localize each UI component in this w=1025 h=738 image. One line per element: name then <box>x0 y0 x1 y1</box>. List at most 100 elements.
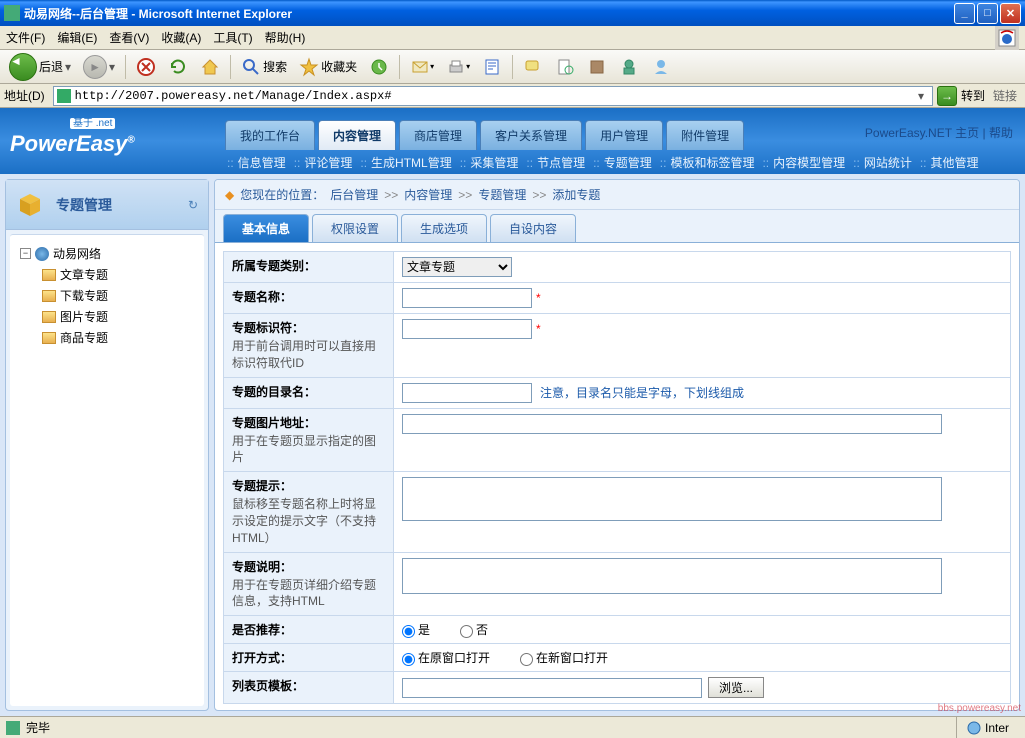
app-header: 基于 .net PowerEasy® 我的工作台 内容管理 商店管理 客户关系管… <box>0 108 1025 174</box>
collapse-icon[interactable]: − <box>20 248 31 259</box>
help-link[interactable]: 帮助 <box>989 126 1013 140</box>
search-button[interactable]: 搜索 <box>236 53 292 81</box>
image-input[interactable] <box>402 414 942 434</box>
tab-permission[interactable]: 权限设置 <box>312 214 398 242</box>
tree-root-label: 动易网络 <box>53 245 101 262</box>
sub-nav: 信息管理 评论管理 生成HTML管理 采集管理 节点管理 专题管理 模板和标签管… <box>225 154 1017 171</box>
maximize-button[interactable]: □ <box>977 3 998 24</box>
note-dirname: 注意，目录名只能是字母，下划线组成 <box>540 386 744 400</box>
tree-item-image[interactable]: 图片专题 <box>20 306 194 327</box>
label-dirname: 专题的目录名： <box>232 385 316 399</box>
radio-recommend-no[interactable]: 否 <box>460 623 488 637</box>
subnav-topic[interactable]: 专题管理 <box>591 154 654 171</box>
subnav-other[interactable]: 其他管理 <box>918 154 981 171</box>
stop-button[interactable] <box>131 53 161 81</box>
done-icon <box>6 721 20 735</box>
refresh-button[interactable] <box>163 53 193 81</box>
form-tabs: 基本信息 权限设置 生成选项 自设内容 <box>215 210 1019 243</box>
research-button[interactable] <box>550 53 580 81</box>
label-category: 所属专题类别： <box>232 259 316 273</box>
form-area: 所属专题类别： 文章专题 专题名称： * 专题标识符：用于前台调用时可以直接用标… <box>215 243 1019 710</box>
edit-button[interactable] <box>477 53 507 81</box>
favorites-button[interactable]: 收藏夹 <box>294 53 362 81</box>
breadcrumb-0[interactable]: 后台管理 <box>330 186 378 203</box>
breadcrumb-1[interactable]: 内容管理 <box>404 186 452 203</box>
tab-generate[interactable]: 生成选项 <box>401 214 487 242</box>
tree-item-product[interactable]: 商品专题 <box>20 327 194 348</box>
subnav-collect[interactable]: 采集管理 <box>458 154 521 171</box>
back-button[interactable]: ◄后退▾ <box>4 53 76 81</box>
forward-button[interactable]: ►▾ <box>78 53 120 81</box>
subnav-template[interactable]: 模板和标签管理 <box>658 154 757 171</box>
identifier-input[interactable] <box>402 319 532 339</box>
sidebar-tree: − 动易网络 文章专题 下载专题 图片专题 商品专题 <box>10 234 204 706</box>
menu-bar: 文件(F) 编辑(E) 查看(V) 收藏(A) 工具(T) 帮助(H) <box>0 26 1025 50</box>
go-button[interactable]: → <box>937 86 957 106</box>
tree-root[interactable]: − 动易网络 <box>20 243 194 264</box>
browse-button[interactable]: 浏览... <box>708 677 764 698</box>
name-input[interactable] <box>402 288 532 308</box>
address-label: 地址(D) <box>4 87 45 104</box>
discuss-button[interactable] <box>518 53 548 81</box>
label-template: 列表页模板： <box>232 679 304 693</box>
desc-textarea[interactable] <box>402 558 942 594</box>
required-mark: * <box>536 291 541 305</box>
sidebar-header: 专题管理 ↻ <box>6 180 208 230</box>
print-button[interactable]: ▾ <box>441 53 475 81</box>
watermark: bbs.powereasy.net <box>938 703 1021 714</box>
home-button[interactable] <box>195 53 225 81</box>
tab-basic[interactable]: 基本信息 <box>223 214 309 242</box>
folder-icon <box>42 332 56 344</box>
nav-tab-workspace[interactable]: 我的工作台 <box>225 120 315 150</box>
url-dropdown[interactable]: ▾ <box>913 89 929 103</box>
subnav-comment[interactable]: 评论管理 <box>292 154 355 171</box>
minimize-button[interactable]: _ <box>954 3 975 24</box>
subnav-stats[interactable]: 网站统计 <box>851 154 914 171</box>
menu-tools[interactable]: 工具(T) <box>213 29 252 46</box>
menu-help[interactable]: 帮助(H) <box>265 29 306 46</box>
url-input[interactable] <box>75 89 913 103</box>
history-button[interactable] <box>364 53 394 81</box>
messenger-button[interactable] <box>646 53 676 81</box>
tree-item-article[interactable]: 文章专题 <box>20 264 194 285</box>
tip-textarea[interactable] <box>402 477 942 521</box>
breadcrumb-prefix: 您现在的位置： <box>240 186 324 203</box>
nav-tab-user[interactable]: 用户管理 <box>585 120 663 150</box>
subnav-model[interactable]: 内容模型管理 <box>760 154 847 171</box>
radio-open-same[interactable]: 在原窗口打开 <box>402 651 490 665</box>
menu-file[interactable]: 文件(F) <box>6 29 45 46</box>
template-input[interactable] <box>402 678 702 698</box>
tab-custom[interactable]: 自设内容 <box>490 214 576 242</box>
links-label[interactable]: 链接 <box>989 87 1021 104</box>
menu-edit[interactable]: 编辑(E) <box>57 29 97 46</box>
mail-button[interactable]: ▾ <box>405 53 439 81</box>
subnav-node[interactable]: 节点管理 <box>524 154 587 171</box>
close-button[interactable]: ✕ <box>1000 3 1021 24</box>
nav-tab-shop[interactable]: 商店管理 <box>399 120 477 150</box>
menu-view[interactable]: 查看(V) <box>109 29 149 46</box>
url-input-box[interactable]: ▾ <box>53 86 933 106</box>
nav-tab-attachment[interactable]: 附件管理 <box>666 120 744 150</box>
main-content: ◆ 您现在的位置： 后台管理>> 内容管理>> 专题管理>> 添加专题 基本信息… <box>214 179 1020 711</box>
nav-tab-crm[interactable]: 客户关系管理 <box>480 120 582 150</box>
refresh-icon[interactable]: ↻ <box>188 198 198 212</box>
nav-tab-content[interactable]: 内容管理 <box>318 120 396 150</box>
home-link[interactable]: PowerEasy.NET 主页 <box>865 126 979 140</box>
category-select[interactable]: 文章专题 <box>402 257 512 277</box>
security-zone: Inter <box>956 717 1019 738</box>
tool-button-2[interactable] <box>614 53 644 81</box>
folder-icon <box>42 290 56 302</box>
label-image: 专题图片地址： <box>232 416 316 430</box>
tree-item-download[interactable]: 下载专题 <box>20 285 194 306</box>
radio-recommend-yes[interactable]: 是 <box>402 623 430 637</box>
subnav-html[interactable]: 生成HTML管理 <box>358 154 453 171</box>
radio-open-new[interactable]: 在新窗口打开 <box>520 651 608 665</box>
tool-button-1[interactable] <box>582 53 612 81</box>
sidebar: 专题管理 ↻ − 动易网络 文章专题 下载专题 图片专题 商品专题 <box>5 179 209 711</box>
app-content: 基于 .net PowerEasy® 我的工作台 内容管理 商店管理 客户关系管… <box>0 108 1025 716</box>
subnav-info[interactable]: 信息管理 <box>225 154 288 171</box>
window-titlebar: 动易网络--后台管理 - Microsoft Internet Explorer… <box>0 0 1025 26</box>
breadcrumb-2[interactable]: 专题管理 <box>478 186 526 203</box>
menu-favorites[interactable]: 收藏(A) <box>161 29 201 46</box>
dirname-input[interactable] <box>402 383 532 403</box>
